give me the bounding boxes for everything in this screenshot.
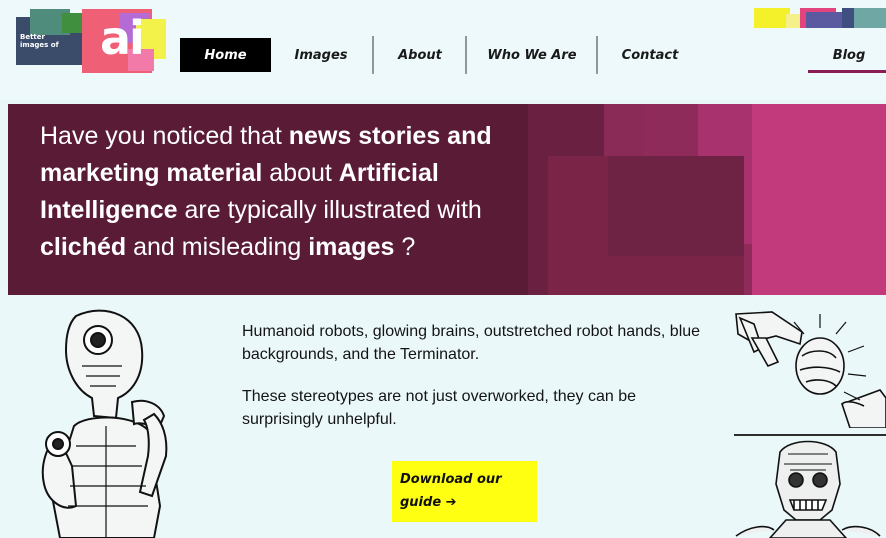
nav-item-who-we-are[interactable]: Who We Are [480,38,584,72]
robot-hand-brain-illustration [735,311,886,428]
hero-headline: Have you noticed that news stories and m… [40,122,492,261]
nav-item-about[interactable]: About [386,38,454,72]
nav-item-home[interactable]: Home [180,38,271,72]
terminator-illustration [735,440,881,538]
main-nav: Home Images About Who We Are Contact Blo… [0,36,886,76]
corner-decoration [746,8,886,30]
nav-item-images[interactable]: Images [285,38,357,72]
stereotypes-list-text: Humanoid robots, glowing brains, outstre… [242,323,701,363]
site-header: Better images of ai Home Images About Who… [0,0,886,100]
download-guide-button[interactable]: Download our guide ➔ [392,461,537,522]
illustration-divider [734,434,886,436]
nav-item-contact[interactable]: Contact [612,38,688,72]
nav-separator [465,36,467,74]
hero-banner: Have you noticed that news stories and m… [8,104,886,295]
nav-separator [596,36,598,74]
nav-separator [372,36,374,74]
thinking-robot-illustration [41,309,168,538]
nav-item-blog[interactable]: Blog [820,38,878,72]
stereotypes-warning-text: These stereotypes are not just overworke… [242,388,636,428]
blog-underline [808,70,886,73]
